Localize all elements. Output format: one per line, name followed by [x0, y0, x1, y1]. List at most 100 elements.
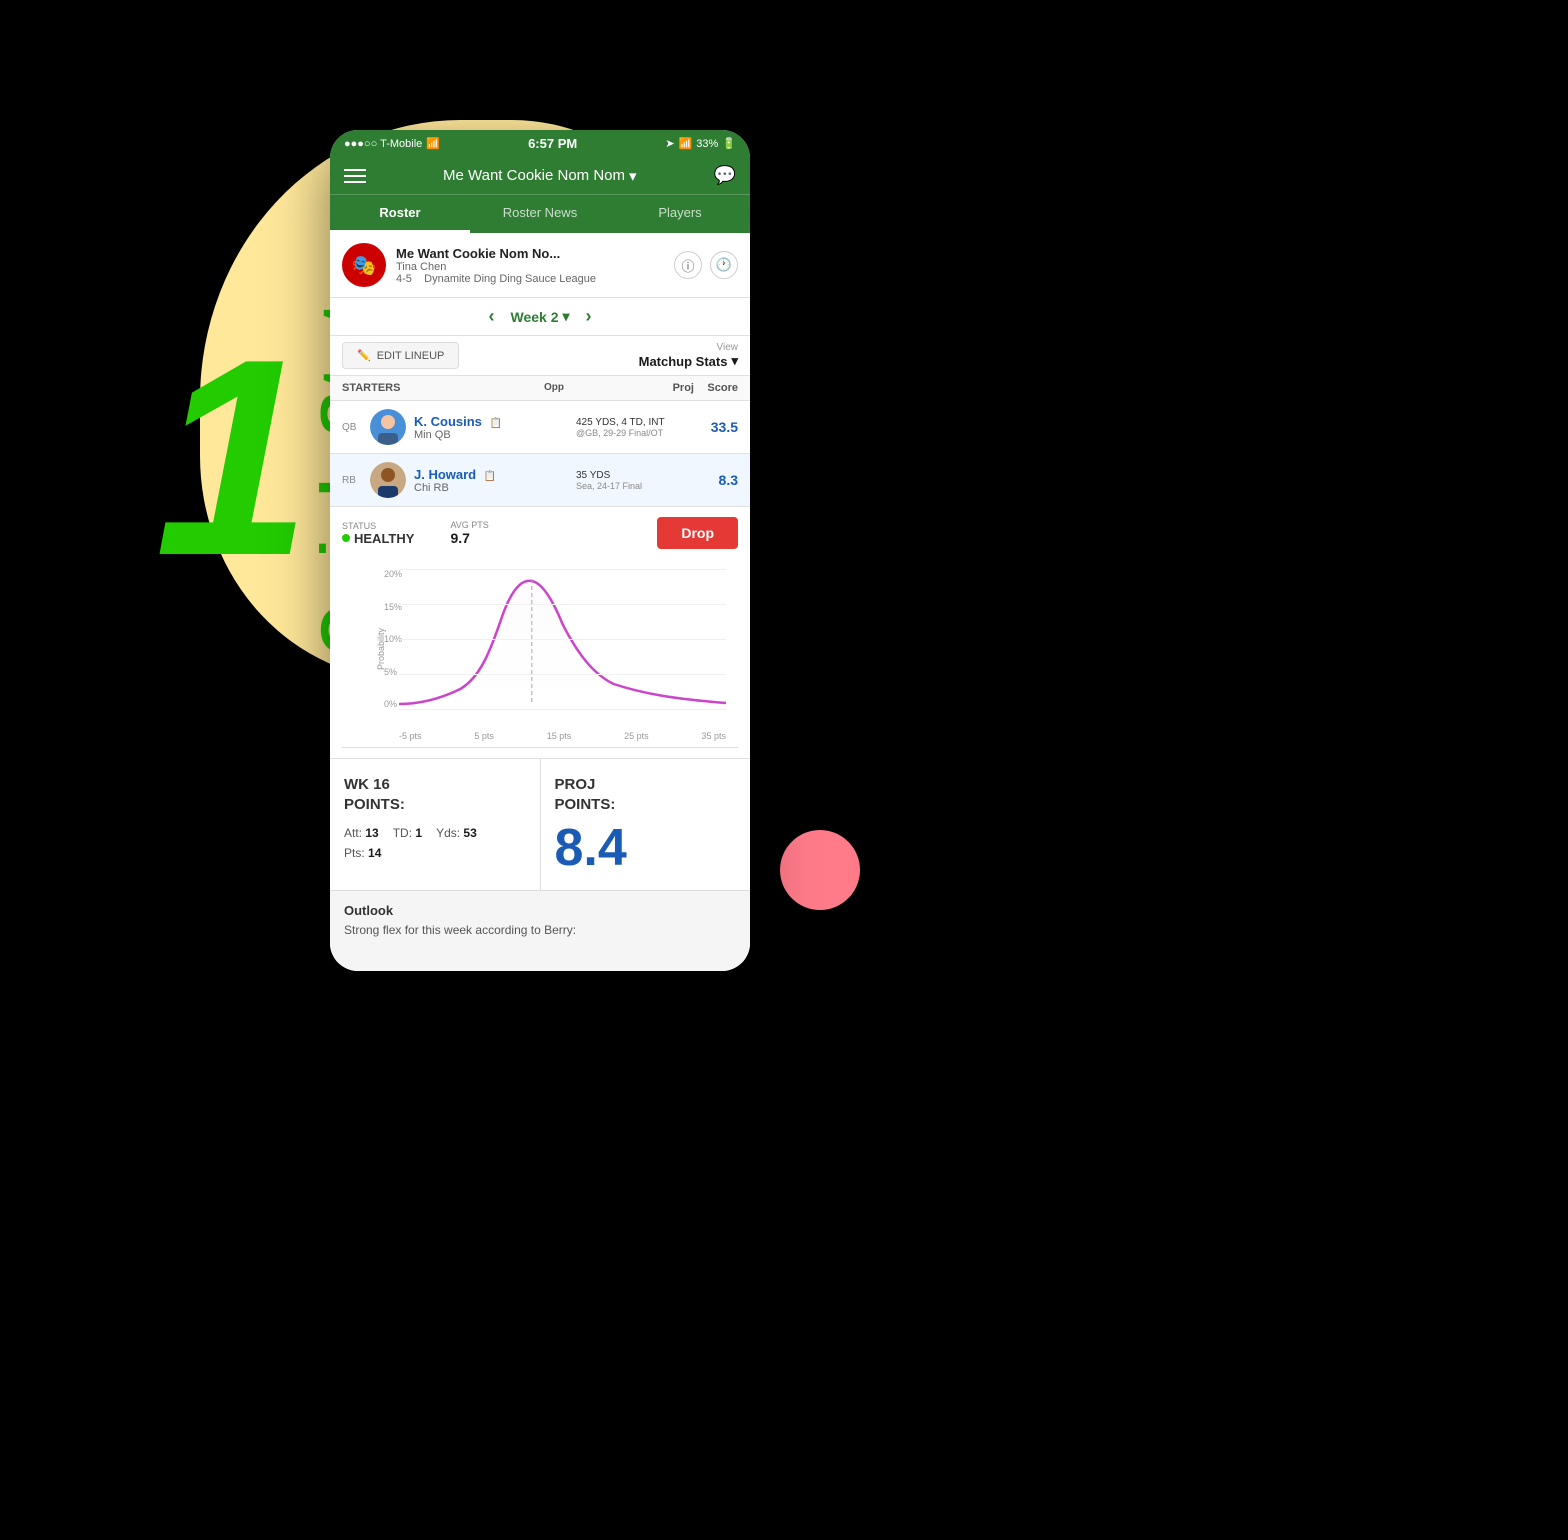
- player-expanded-detail: STATUS HEALTHY AVG PTS 9.7 Drop Probabil…: [330, 507, 750, 759]
- avgpts-value: 9.7: [450, 530, 488, 546]
- hamburger-line: [344, 169, 366, 171]
- view-label: View: [639, 342, 738, 353]
- carrier-text: ●●●○○ T-Mobile: [344, 138, 422, 150]
- yds-stat: Yds: 53: [436, 826, 477, 840]
- x-label-neg5: -5 pts: [399, 731, 422, 741]
- team-info-row: 🎭 Me Want Cookie Nom No... Tina Chen 4-5…: [330, 233, 750, 298]
- col-opp-label: Opp: [544, 382, 654, 394]
- team-owner: Tina Chen: [396, 261, 664, 273]
- x-label-15: 15 pts: [547, 731, 572, 741]
- week-prev-button[interactable]: ‹: [488, 306, 494, 327]
- howard-icon: 📋: [484, 471, 496, 482]
- x-label-25: 25 pts: [624, 731, 649, 741]
- header-title[interactable]: Me Want Cookie Nom Nom ▾: [443, 167, 637, 185]
- wk-points-box: WK 16 POINTS: Att: 13 TD: 1 Yds: 53 Pts:…: [330, 759, 541, 890]
- phone-bottom: [330, 951, 750, 971]
- col-proj-label: Proj: [654, 382, 694, 394]
- tab-roster-news[interactable]: Roster News: [470, 195, 610, 233]
- hamburger-line: [344, 175, 366, 177]
- starters-header: STARTERS Opp Proj Score: [330, 376, 750, 401]
- outlook-text: Strong flex for this week according to B…: [344, 922, 736, 939]
- big-number: 1: [155, 318, 311, 598]
- chart-area: Probability 20% 15% 10% 5% 0%: [354, 569, 726, 729]
- team-name: Me Want Cookie Nom No...: [396, 246, 664, 261]
- pts-stat: Pts: 14: [344, 846, 381, 860]
- status-left: ●●●○○ T-Mobile 📶: [344, 137, 440, 150]
- chart-inner: [399, 569, 726, 709]
- grid-line-1: [399, 604, 726, 605]
- team-details: Me Want Cookie Nom No... Tina Chen 4-5 D…: [396, 246, 664, 285]
- healthy-dot: [342, 534, 350, 542]
- pos-rb: RB: [342, 475, 362, 486]
- cousins-team: Min QB: [414, 429, 568, 441]
- proj-points-title: PROJ POINTS:: [555, 775, 737, 814]
- player-row-howard[interactable]: RB J. Howard 📋 Chi RB 35 YDS Sea, 24-17 …: [330, 454, 750, 507]
- header-team-name: Me Want Cookie Nom Nom: [443, 167, 625, 184]
- points-grid: WK 16 POINTS: Att: 13 TD: 1 Yds: 53 Pts:…: [330, 759, 750, 891]
- drop-button[interactable]: Drop: [657, 517, 738, 549]
- probability-chart: Probability 20% 15% 10% 5% 0%: [342, 559, 738, 748]
- status-bar: ●●●○○ T-Mobile 📶 6:57 PM ➤ 📶 33% 🔋: [330, 130, 750, 157]
- outlook-title: Outlook: [344, 903, 736, 918]
- proj-points-box: PROJ POINTS: 8.4: [541, 759, 751, 890]
- cousins-opp: 425 YDS, 4 TD, INT @GB, 29-29 Final/OT: [576, 417, 686, 438]
- tab-roster[interactable]: Roster: [330, 195, 470, 233]
- tab-players[interactable]: Players: [610, 195, 750, 233]
- battery-text: 33%: [696, 138, 718, 150]
- outlook-section: Outlook Strong flex for this week accord…: [330, 891, 750, 951]
- wifi-signal-icon: 📶: [679, 137, 693, 150]
- app-header: Me Want Cookie Nom Nom ▾ 💬: [330, 157, 750, 194]
- week-navigation: ‹ Week 2 ▾ ›: [330, 298, 750, 336]
- status-time: 6:57 PM: [528, 136, 577, 151]
- howard-score: 8.3: [694, 472, 738, 488]
- edit-icon: ✏️: [357, 349, 371, 362]
- bottom-stats-section: WK 16 POINTS: Att: 13 TD: 1 Yds: 53 Pts:…: [330, 759, 750, 951]
- grid-line-2: [399, 639, 726, 640]
- hamburger-menu[interactable]: [344, 169, 366, 183]
- expanded-stats-row: STATUS HEALTHY AVG PTS 9.7 Drop: [342, 517, 738, 549]
- pos-qb: QB: [342, 422, 362, 433]
- avgpts-label: AVG PTS: [450, 520, 488, 530]
- phone-mockup: ●●●○○ T-Mobile 📶 6:57 PM ➤ 📶 33% 🔋 Me Wa…: [330, 130, 750, 971]
- team-avatar: 🎭: [342, 243, 386, 287]
- gps-icon: ➤: [665, 137, 674, 150]
- howard-avatar: [370, 462, 406, 498]
- view-section: View Matchup Stats ▾: [639, 342, 738, 369]
- howard-team: Chi RB: [414, 482, 568, 494]
- proj-number: 8.4: [555, 822, 737, 874]
- lineup-bar: ✏️ EDIT LINEUP View Matchup Stats ▾: [330, 336, 750, 376]
- chat-icon[interactable]: 💬: [714, 165, 736, 186]
- edit-lineup-button[interactable]: ✏️ EDIT LINEUP: [342, 342, 459, 369]
- clock-icon[interactable]: 🕐: [710, 251, 738, 279]
- week-label[interactable]: Week 2 ▾: [510, 308, 569, 325]
- team-record: 4-5 Dynamite Ding Ding Sauce League: [396, 273, 664, 285]
- howard-name: J. Howard 📋: [414, 467, 568, 482]
- col-starters-label: STARTERS: [342, 382, 544, 394]
- healthy-status: HEALTHY: [342, 531, 414, 546]
- background-circle: [780, 830, 860, 910]
- cousins-avatar: [370, 409, 406, 445]
- cousins-icon: 📋: [490, 418, 502, 429]
- x-label-5: 5 pts: [474, 731, 494, 741]
- status-section: STATUS HEALTHY: [342, 521, 414, 546]
- wk-points-title: WK 16 POINTS:: [344, 775, 526, 814]
- tab-bar: Roster Roster News Players: [330, 194, 750, 233]
- header-dropdown-icon: ▾: [629, 167, 637, 185]
- wk-points-stats: Att: 13 TD: 1 Yds: 53 Pts: 14: [344, 826, 526, 860]
- grid-line-top: [399, 569, 726, 570]
- matchup-dropdown-icon: ▾: [731, 353, 738, 369]
- wifi-icon: 📶: [426, 137, 440, 150]
- info-icon[interactable]: ⓘ: [674, 251, 702, 279]
- hamburger-line: [344, 181, 366, 183]
- player-row-cousins[interactable]: QB K. Cousins 📋 Min QB 425 YDS, 4 TD, IN…: [330, 401, 750, 454]
- cousins-info: K. Cousins 📋 Min QB: [414, 414, 568, 441]
- col-score-label: Score: [694, 382, 738, 394]
- grid-line-bottom: [399, 709, 726, 710]
- att-stat: Att: 13: [344, 826, 379, 840]
- week-next-button[interactable]: ›: [586, 306, 592, 327]
- matchup-stats-button[interactable]: Matchup Stats ▾: [639, 353, 738, 369]
- cousins-name: K. Cousins 📋: [414, 414, 568, 429]
- x-label-35: 35 pts: [701, 731, 726, 741]
- week-dropdown-icon: ▾: [562, 308, 569, 325]
- cousins-score: 33.5: [694, 419, 738, 435]
